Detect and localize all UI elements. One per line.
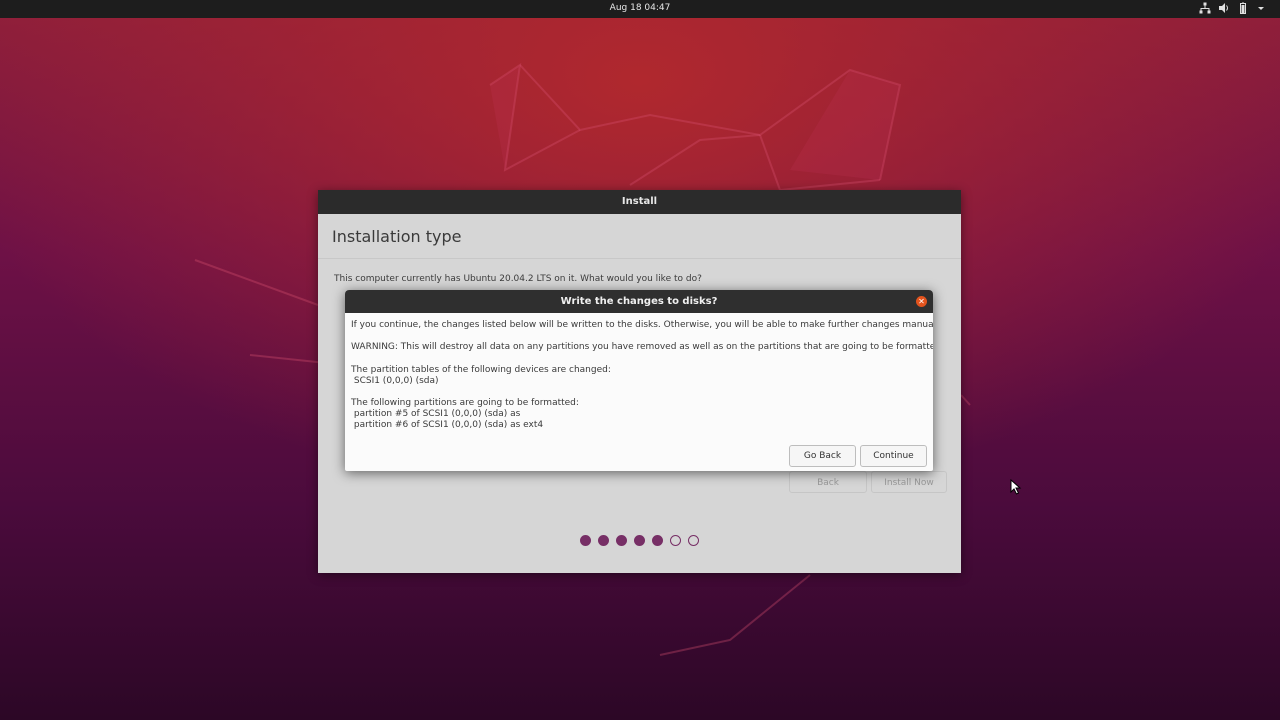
- page-title: Installation type: [332, 227, 462, 246]
- network-icon[interactable]: [1199, 2, 1211, 14]
- chevron-down-icon[interactable]: [1256, 2, 1268, 14]
- continue-button[interactable]: Continue: [860, 445, 927, 467]
- confirm-dialog: Write the changes to disks? ✕ If you con…: [345, 290, 933, 471]
- mouse-pointer-icon: [1010, 479, 1022, 495]
- progress-dot-pending: [670, 535, 681, 546]
- go-back-button[interactable]: Go Back: [789, 445, 856, 467]
- formatted-heading: The following partitions are going to be…: [351, 398, 579, 408]
- partition-tables-device: SCSI1 (0,0,0) (sda): [351, 376, 439, 386]
- progress-dot-complete: [616, 535, 627, 546]
- clock[interactable]: Aug 18 04:47: [0, 3, 1280, 13]
- dialog-intro: If you continue, the changes listed belo…: [351, 320, 933, 330]
- back-button[interactable]: Back: [789, 471, 867, 493]
- close-icon[interactable]: ✕: [916, 296, 927, 307]
- progress-dot-complete: [598, 535, 609, 546]
- installation-question: This computer currently has Ubuntu 20.04…: [334, 274, 702, 284]
- dialog-warning: WARNING: This will destroy all data on a…: [351, 342, 933, 352]
- formatted-partition: partition #6 of SCSI1 (0,0,0) (sda) as e…: [351, 420, 544, 430]
- dialog-body: If you continue, the changes listed belo…: [351, 320, 933, 431]
- formatted-partition: partition #5 of SCSI1 (0,0,0) (sda) as: [351, 409, 521, 419]
- install-now-button[interactable]: Install Now: [871, 471, 947, 493]
- volume-icon[interactable]: [1218, 2, 1230, 14]
- dialog-title: Write the changes to disks?: [560, 296, 718, 307]
- system-tray[interactable]: [1199, 2, 1268, 14]
- progress-dot-complete: [652, 535, 663, 546]
- divider: [318, 258, 961, 259]
- dialog-titlebar: Write the changes to disks? ✕: [345, 290, 933, 313]
- window-title: Install: [318, 190, 961, 214]
- progress-dot-complete: [580, 535, 591, 546]
- progress-dot-complete: [634, 535, 645, 546]
- top-bar: Aug 18 04:47: [0, 0, 1280, 18]
- battery-icon[interactable]: [1237, 2, 1249, 14]
- progress-dots: [580, 535, 699, 546]
- partition-tables-heading: The partition tables of the following de…: [351, 365, 611, 375]
- progress-dot-pending: [688, 535, 699, 546]
